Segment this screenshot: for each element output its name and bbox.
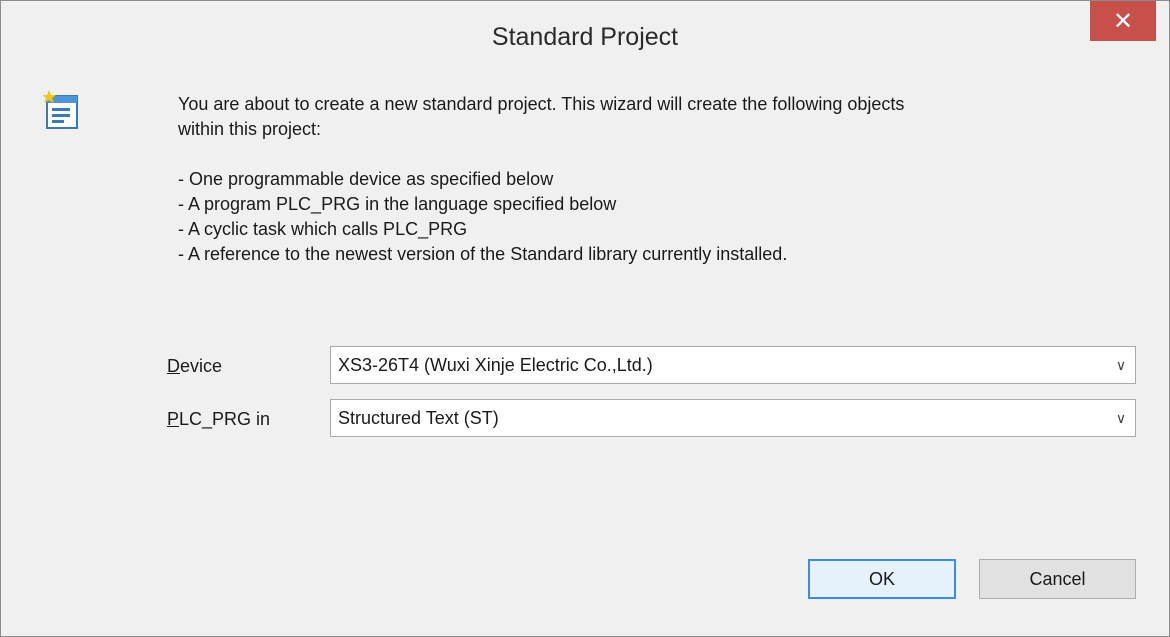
wizard-project-icon (43, 90, 78, 129)
object-list-item: - A program PLC_PRG in the language spec… (178, 194, 617, 214)
standard-project-dialog: Standard Project ✕ You are about to crea… (0, 0, 1170, 637)
plc-prg-language-value: Structured Text (ST) (338, 407, 499, 428)
object-list-item: - A cyclic task which calls PLC_PRG (178, 219, 468, 239)
plc-prg-language-select[interactable]: Structured Text (ST) ∨ (330, 399, 1136, 437)
dialog-title: Standard Project (491, 23, 679, 51)
device-select-value: XS3-26T4 (Wuxi Xinje Electric Co.,Ltd.) (338, 354, 653, 375)
close-button[interactable]: ✕ (1090, 1, 1156, 41)
description-line: You are about to create a new standard p… (178, 94, 905, 114)
ok-button[interactable]: OK (808, 559, 956, 599)
object-list-item: - One programmable device as specified b… (178, 169, 554, 189)
chevron-down-icon[interactable]: ∨ (1107, 357, 1135, 374)
dialog-content: You are about to create a new standard p… (13, 54, 1158, 625)
device-label: Device (167, 356, 223, 376)
plc-prg-language-label: PLC_PRG in (167, 409, 271, 429)
object-list-item: - A reference to the newest version of t… (178, 244, 788, 264)
wizard-description: You are about to create a new standard p… (178, 92, 1138, 267)
close-icon: ✕ (1112, 7, 1134, 35)
chevron-down-icon[interactable]: ∨ (1107, 410, 1135, 427)
device-select[interactable]: XS3-26T4 (Wuxi Xinje Electric Co.,Ltd.) … (330, 346, 1136, 384)
description-line: within this project: (178, 119, 322, 139)
cancel-button[interactable]: Cancel (979, 559, 1136, 599)
